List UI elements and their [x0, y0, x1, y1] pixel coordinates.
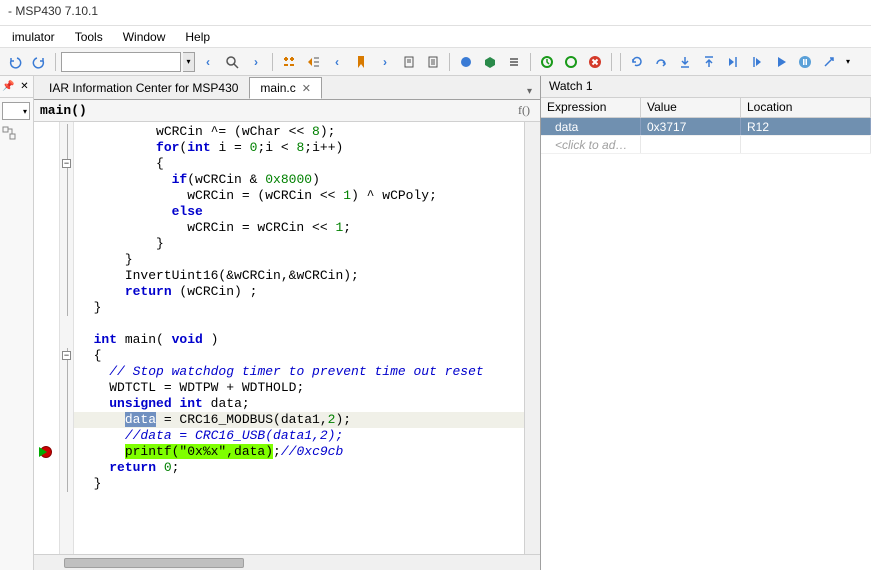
nav-forward-button[interactable]: ›	[245, 51, 267, 73]
fold-toggle[interactable]: −	[62, 159, 71, 168]
pause-button[interactable]	[794, 51, 816, 73]
main-toolbar: ▾ ‹ › ‹ › ▾	[0, 48, 871, 76]
bookmark-button[interactable]	[350, 51, 372, 73]
watch-panel-title: Watch 1	[541, 76, 871, 98]
current-function: main()	[40, 103, 87, 118]
menu-bar: imulator Tools Window Help	[0, 26, 871, 48]
doc-button-1[interactable]	[398, 51, 420, 73]
watch-col-value[interactable]: Value	[641, 98, 741, 117]
step-out-button[interactable]	[698, 51, 720, 73]
build-button[interactable]	[479, 51, 501, 73]
left-side-panel: 📌 ✕ ▾	[0, 76, 34, 570]
stop-button[interactable]	[584, 51, 606, 73]
next-statement-button[interactable]	[746, 51, 768, 73]
watch-grid[interactable]: Expression Value Location data 0x3717 R1…	[541, 98, 871, 570]
tab-label: IAR Information Center for MSP430	[49, 81, 238, 95]
toolbar-separator	[620, 53, 621, 71]
compile-button[interactable]	[455, 51, 477, 73]
toggle-button[interactable]	[278, 51, 300, 73]
watch-add-placeholder[interactable]: <click to ad…	[541, 136, 641, 153]
watch-header-row: Expression Value Location	[541, 98, 871, 118]
tab-overflow-button[interactable]: ▾	[523, 84, 536, 99]
redo-button[interactable]	[28, 51, 50, 73]
watch-add-row[interactable]: <click to ad…	[541, 136, 871, 154]
execution-arrow-icon	[39, 447, 47, 457]
halt-button[interactable]	[818, 51, 840, 73]
toolbar-separator	[449, 53, 450, 71]
run-button[interactable]	[770, 51, 792, 73]
toolbar-separator	[272, 53, 273, 71]
go-button[interactable]	[536, 51, 558, 73]
menu-help[interactable]: Help	[177, 28, 218, 45]
search-input[interactable]	[61, 52, 181, 72]
function-bar: main() f()	[34, 100, 540, 122]
step-into-button[interactable]	[674, 51, 696, 73]
next-bookmark-button[interactable]: ›	[374, 51, 396, 73]
menu-tools[interactable]: Tools	[67, 28, 111, 45]
tab-label: main.c	[260, 81, 295, 95]
step-over-button[interactable]	[650, 51, 672, 73]
tab-info-center[interactable]: IAR Information Center for MSP430	[38, 77, 249, 99]
close-tab-icon[interactable]: ✕	[302, 82, 311, 95]
toolbar-separator	[611, 53, 612, 71]
function-indicator: f()	[514, 103, 534, 118]
search-dropdown[interactable]: ▾	[183, 52, 195, 72]
watch-panel: Watch 1 Expression Value Location data 0…	[541, 76, 871, 570]
prev-bookmark-button[interactable]: ‹	[326, 51, 348, 73]
toolbar-separator	[55, 53, 56, 71]
fold-gutter[interactable]: −−	[60, 122, 74, 554]
fold-toggle[interactable]: −	[62, 351, 71, 360]
watch-expr: data	[541, 118, 641, 135]
restart-button[interactable]	[560, 51, 582, 73]
code-editor[interactable]: −− wCRCin ^= (wChar << 8); for(int i = 0…	[34, 122, 540, 554]
doc-button-2[interactable]	[422, 51, 444, 73]
close-panel-icon[interactable]: ✕	[18, 80, 31, 94]
nav-back-button[interactable]: ‹	[197, 51, 219, 73]
breakpoint-gutter[interactable]	[34, 122, 60, 554]
panel-tree-icon[interactable]	[2, 126, 16, 140]
menu-simulator[interactable]: imulator	[4, 28, 63, 45]
window-title-bar: - MSP430 7.10.1	[0, 0, 871, 26]
run-to-cursor-button[interactable]	[722, 51, 744, 73]
watch-location: R12	[741, 118, 871, 135]
watch-col-location[interactable]: Location	[741, 98, 871, 117]
editor-tab-strip: IAR Information Center for MSP430 main.c…	[34, 76, 540, 100]
pin-icon[interactable]: 📌	[2, 80, 15, 94]
reset-button[interactable]	[626, 51, 648, 73]
panel-selector[interactable]: ▾	[2, 102, 30, 120]
watch-value: 0x3717	[641, 118, 741, 135]
scroll-thumb[interactable]	[64, 558, 244, 568]
debug-dropdown[interactable]: ▾	[842, 52, 854, 72]
menu-window[interactable]: Window	[115, 28, 174, 45]
vertical-scrollbar[interactable]	[524, 122, 540, 554]
watch-col-expression[interactable]: Expression	[541, 98, 641, 117]
step-to-button[interactable]	[302, 51, 324, 73]
toolbar-separator	[530, 53, 531, 71]
tab-main-c[interactable]: main.c ✕	[249, 77, 322, 99]
list-button[interactable]	[503, 51, 525, 73]
horizontal-scrollbar[interactable]	[34, 554, 540, 570]
watch-row[interactable]: data 0x3717 R12	[541, 118, 871, 136]
window-title: - MSP430 7.10.1	[8, 4, 98, 18]
editor-panel: IAR Information Center for MSP430 main.c…	[34, 76, 541, 570]
code-content[interactable]: wCRCin ^= (wChar << 8); for(int i = 0;i …	[74, 122, 524, 554]
undo-button[interactable]	[4, 51, 26, 73]
search-button[interactable]	[221, 51, 243, 73]
